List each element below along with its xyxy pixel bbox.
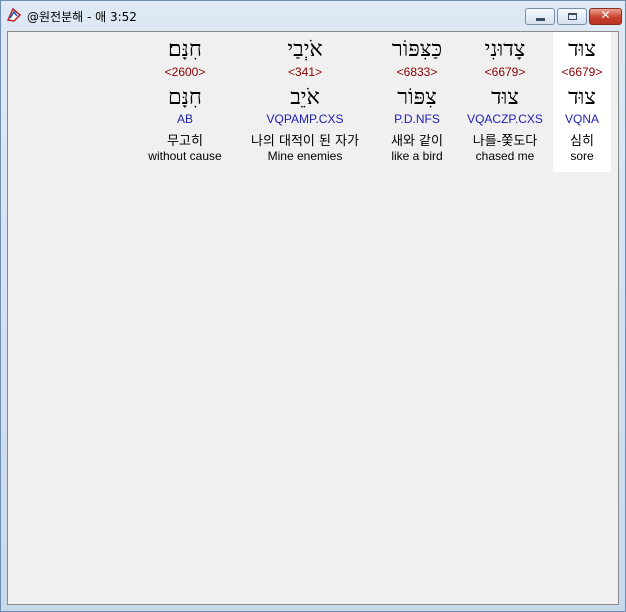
hebrew-lemma: צִפּוֹר <box>397 85 437 110</box>
app-icon[interactable] <box>6 7 22 23</box>
hebrew-lemma: אֹיֵב <box>290 85 320 110</box>
maximize-icon <box>568 13 577 20</box>
hebrew-word: צוּד <box>568 37 596 62</box>
strong-number[interactable]: <2600> <box>138 65 232 79</box>
hebrew-word: צָדוּנִי <box>484 37 526 62</box>
english-gloss: Mine enemies <box>267 149 343 163</box>
word-column-4[interactable]: אֹיְבַי <341> אֹיֵב VQPAMP.CXS 나의 대적이 된 … <box>234 32 376 172</box>
hebrew-word: אֹיְבַי <box>287 37 323 62</box>
parsing-code: VQNA <box>564 112 599 126</box>
close-button[interactable]: ✕ <box>589 8 622 25</box>
close-icon: ✕ <box>600 8 611 22</box>
english-gloss: chased me <box>475 149 535 163</box>
hebrew-word: כַּצִּפּוֹר <box>391 37 443 62</box>
korean-gloss: 나의 대적이 된 자가 <box>250 134 360 149</box>
title-bar[interactable]: @원전분해 - 애 3:52 ✕ <box>1 1 625 29</box>
word-column-1[interactable]: צוּד <6679> צוּד VQNA 심히 sore <box>553 32 611 172</box>
hebrew-word: חִנָּם׃ <box>168 37 202 62</box>
english-gloss: without cause <box>148 149 222 163</box>
minimize-icon <box>536 18 545 21</box>
korean-gloss: 나를-쫓도다 <box>472 134 538 149</box>
hebrew-lemma: צוּד <box>568 85 596 110</box>
maximize-button[interactable] <box>557 8 587 25</box>
word-column-3[interactable]: כַּצִּפּוֹר <6833> צִפּוֹר P.D.NFS 새와 같이… <box>378 32 456 172</box>
app-window: @원전분해 - 애 3:52 ✕ צוּד <6679> צוּד VQNA 심… <box>0 0 626 612</box>
parsing-code: VQACZP.CXS <box>467 112 543 126</box>
word-column-2[interactable]: צָדוּנִי <6679> צוּד VQACZP.CXS 나를-쫓도다 c… <box>459 32 551 172</box>
strong-number[interactable]: <341> <box>234 65 376 79</box>
english-gloss: sore <box>570 149 594 163</box>
strong-number[interactable]: <6833> <box>378 65 456 79</box>
strong-number[interactable]: <6679> <box>459 65 551 79</box>
parsing-code: AB <box>176 112 193 126</box>
parsing-code: P.D.NFS <box>394 112 440 126</box>
minimize-button[interactable] <box>525 8 555 25</box>
word-column-5[interactable]: חִנָּם׃ <2600> חִנָּם AB 무고히 without cau… <box>138 32 232 172</box>
korean-gloss: 무고히 <box>167 134 203 149</box>
korean-gloss: 심히 <box>570 134 594 149</box>
interlinear-view: צוּד <6679> צוּד VQNA 심히 sore צָדוּנִי <… <box>7 31 619 605</box>
window-title: @원전분해 - 애 3:52 <box>27 10 137 24</box>
english-gloss: like a bird <box>391 149 443 163</box>
strong-number[interactable]: <6679> <box>553 65 611 79</box>
korean-gloss: 새와 같이 <box>391 134 443 149</box>
hebrew-lemma: חִנָּם <box>168 85 202 110</box>
hebrew-lemma: צוּד <box>491 85 519 110</box>
parsing-code: VQPAMP.CXS <box>266 112 344 126</box>
